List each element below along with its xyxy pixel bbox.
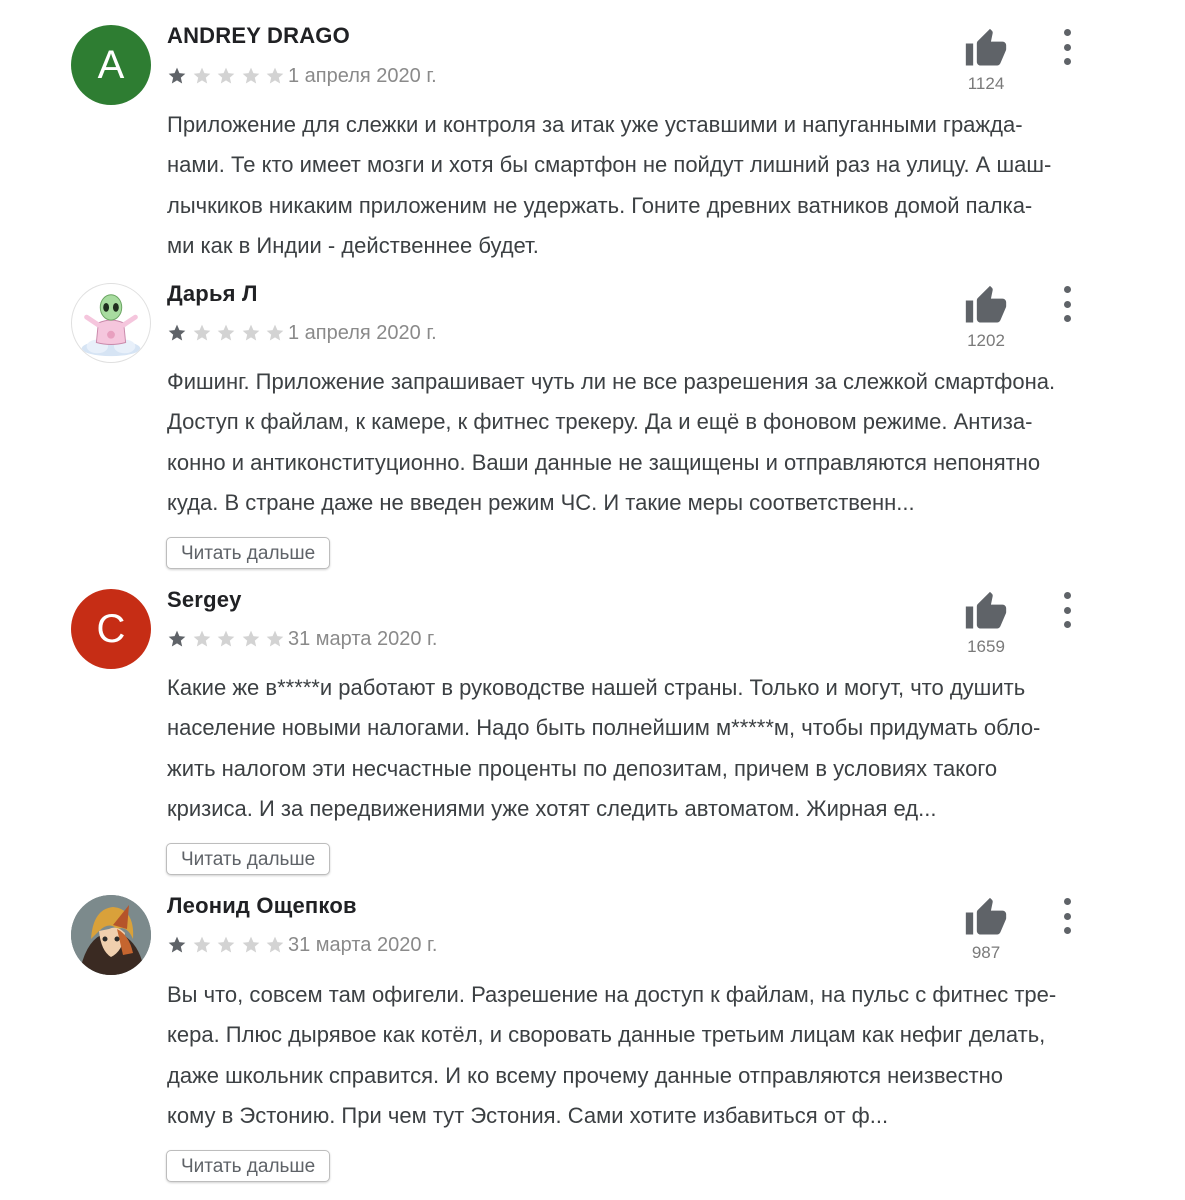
star-empty-icon [267, 936, 284, 953]
read-more-button[interactable]: Читать дальше [166, 1150, 331, 1182]
star-empty-icon [267, 324, 284, 341]
review-text-line: ми как в Индии - действеннее будет. [167, 232, 539, 258]
review-text-line: Доступ к файлам, к камере, к фитнес трек… [167, 409, 1033, 435]
review-text-line: Какие же в*****и работают в руководстве … [167, 675, 1026, 700]
avatar-letter: C [96, 607, 126, 651]
review-text-line: куда. В стране даже не введен режим ЧС. … [167, 489, 915, 515]
reviewer-name: Sergey [167, 587, 242, 612]
star-filled-icon [168, 324, 186, 341]
review-text-line: Фишинг. Приложение запрашивает чуть ли н… [167, 369, 1056, 394]
star-rating [167, 935, 290, 955]
more-vert-icon[interactable] [1056, 29, 1078, 65]
review-text-line: жить налогом эти несчастные проценты по … [167, 755, 998, 781]
star-empty-icon [217, 936, 235, 953]
star-filled-icon [168, 630, 186, 647]
like-count: 1124 [967, 74, 1005, 93]
review-date: 31 марта 2020 г. [288, 934, 438, 956]
more-vert-icon[interactable] [1056, 898, 1078, 934]
avatar[interactable]: C [71, 589, 151, 669]
star-empty-icon [193, 324, 210, 341]
review-text: Какие же в*****и работают в руководстве … [167, 668, 1117, 829]
star-empty-icon [242, 324, 260, 341]
like-count: 987 [971, 943, 1001, 962]
review-text-line: кризиса. И за передвижениями уже хотят с… [167, 795, 937, 821]
review-text-line: даже школьник справится. И ко всему проч… [167, 1062, 1004, 1088]
star-empty-icon [217, 67, 235, 84]
star-rating [167, 629, 290, 649]
star-empty-icon [242, 67, 260, 84]
review-text-line: конно и антиконституционно. Ваши данные … [167, 449, 1041, 475]
avatar[interactable] [71, 283, 151, 363]
avatar-letter: A [97, 43, 125, 87]
thumb-up-icon[interactable] [964, 590, 1008, 634]
review-text-line: лычкиков никаким приложеним не удержать.… [167, 192, 1033, 218]
star-empty-icon [242, 936, 260, 953]
star-rating [167, 323, 290, 343]
review-date: 1 апреля 2020 г. [288, 322, 437, 344]
star-empty-icon [267, 630, 284, 647]
star-empty-icon [217, 324, 235, 341]
reviewer-name: ANDREY DRAGO [167, 23, 350, 48]
thumb-up-icon[interactable] [964, 284, 1008, 328]
like-count: 1659 [967, 637, 1005, 656]
star-empty-icon [193, 936, 210, 953]
anime-avatar-image [71, 895, 151, 975]
star-rating [167, 66, 290, 86]
review-text-line: Вы что, совсем там офигели. Разрешение н… [167, 982, 1057, 1007]
thumb-up-icon[interactable] [964, 27, 1008, 71]
star-filled-icon [168, 936, 186, 953]
star-empty-icon [267, 67, 284, 84]
review-date: 1 апреля 2020 г. [288, 65, 437, 87]
star-empty-icon [217, 630, 235, 647]
review-text-line: население новыми налогами. Надо быть пол… [167, 715, 1041, 741]
more-vert-icon[interactable] [1056, 286, 1078, 322]
review-text: Фишинг. Приложение запрашивает чуть ли н… [167, 362, 1117, 523]
read-more-button[interactable]: Читать дальше [166, 843, 331, 875]
thumb-up-icon[interactable] [964, 896, 1008, 940]
review-text-line: нами. Те кто имеет мозги и хотя бы смарт… [167, 152, 1052, 178]
star-empty-icon [193, 630, 210, 647]
alien-avatar-image [81, 294, 141, 357]
like-count: 1202 [967, 331, 1005, 350]
avatar[interactable] [71, 895, 151, 975]
reviewer-name: Дарья Л [167, 281, 258, 306]
review-text-line: кера. Плюс дырявое как котёл, и свороват… [167, 1022, 1046, 1048]
avatar[interactable]: A [71, 25, 151, 105]
review-text-line: Приложение для слежки и контроля за итак… [167, 112, 1023, 137]
more-vert-icon[interactable] [1056, 592, 1078, 628]
review-text: Вы что, совсем там офигели. Разрешение н… [167, 975, 1117, 1136]
review-text: Приложение для слежки и контроля за итак… [167, 105, 1117, 266]
star-filled-icon [168, 67, 186, 84]
read-more-button[interactable]: Читать дальше [166, 537, 331, 569]
star-empty-icon [193, 67, 210, 84]
review-text-line: кому в Эстонию. При чем тут Эстония. Сам… [167, 1102, 889, 1128]
reviewer-name: Леонид Ощепков [167, 893, 357, 918]
review-date: 31 марта 2020 г. [288, 628, 438, 650]
star-empty-icon [242, 630, 260, 647]
